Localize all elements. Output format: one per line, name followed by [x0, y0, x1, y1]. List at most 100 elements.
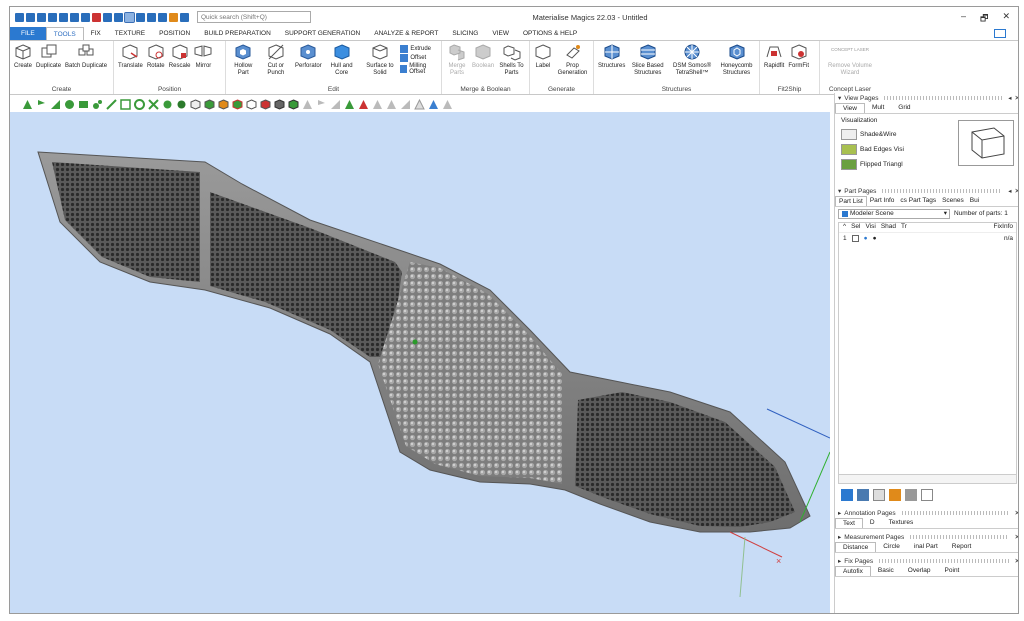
part-folder-icon[interactable]: [889, 489, 901, 501]
table-row[interactable]: 1 ● ● n/a: [839, 233, 1016, 243]
col-visi[interactable]: Visi: [865, 223, 875, 232]
surface-select-icon[interactable]: [50, 99, 61, 110]
measure-icon[interactable]: [169, 12, 178, 22]
zoom-icon[interactable]: [158, 12, 167, 22]
horizontal-scrollbar[interactable]: [839, 474, 1016, 483]
panel-close-icon[interactable]: ✕: [1015, 557, 1018, 565]
tab-autofix[interactable]: Autofix: [835, 566, 871, 576]
tab-position[interactable]: POSITION: [152, 27, 197, 40]
scene-select[interactable]: Modeler Scene ▾: [838, 208, 950, 219]
mark-triangles-icon[interactable]: [414, 98, 425, 110]
tab-point[interactable]: Point: [938, 566, 967, 576]
new-file-icon[interactable]: [26, 12, 35, 22]
save-icon[interactable]: [48, 12, 57, 22]
triangle-select-icon[interactable]: [22, 99, 33, 110]
fix-pages-header[interactable]: ▸Fix Pages✕: [835, 556, 1018, 566]
part-grid-icon[interactable]: [873, 489, 885, 501]
tab-report[interactable]: Report: [945, 542, 979, 552]
part-dark-icon[interactable]: [274, 98, 285, 110]
tab-overlap[interactable]: Overlap: [901, 566, 938, 576]
tab-fix[interactable]: FIX: [84, 27, 108, 40]
view-pages-header[interactable]: ▾View Pages◂✕: [835, 93, 1018, 103]
panel-close-icon[interactable]: ✕: [1015, 509, 1018, 517]
collapse-icon[interactable]: ▾: [838, 187, 841, 195]
tab-view-page[interactable]: View: [835, 103, 865, 113]
expand-icon[interactable]: ▸: [838, 509, 841, 517]
sphere-select-icon[interactable]: [64, 99, 75, 110]
shrink-select-icon[interactable]: [176, 99, 187, 110]
measurement-pages-header[interactable]: ▸Measurement Pages✕: [835, 532, 1018, 542]
panel-close-icon[interactable]: ✕: [1015, 533, 1018, 541]
maximize-button[interactable]: 🗗: [980, 11, 988, 27]
col-fixinfo[interactable]: FixInfo: [993, 223, 1016, 232]
flag-icon[interactable]: [36, 99, 47, 110]
tab-text[interactable]: Text: [835, 518, 863, 528]
part-select-icon[interactable]: [190, 98, 201, 110]
pin-icon[interactable]: ◂: [1008, 94, 1011, 102]
save-all-icon[interactable]: [70, 12, 79, 22]
tab-scenes[interactable]: Scenes: [939, 196, 967, 206]
part-red-icon[interactable]: [260, 98, 271, 110]
tab-grid[interactable]: Grid: [891, 103, 917, 113]
tab-part-list[interactable]: Part List: [835, 196, 867, 206]
grow-selection-icon[interactable]: [386, 99, 397, 110]
offset-button[interactable]: Offset: [400, 54, 439, 62]
expand-icon[interactable]: ▸: [838, 533, 841, 541]
select-checkbox[interactable]: [851, 234, 859, 242]
pin-icon[interactable]: ◂: [1008, 187, 1011, 195]
deselect-triangle-icon[interactable]: [302, 99, 313, 110]
tab-tools[interactable]: TOOLS: [45, 27, 84, 40]
redo-icon[interactable]: [114, 12, 123, 22]
app-logo-icon[interactable]: [15, 12, 24, 22]
tab-support-generation[interactable]: SUPPORT GENERATION: [278, 27, 368, 40]
tab-textures[interactable]: Textures: [882, 518, 921, 528]
tab-slicing[interactable]: SLICING: [445, 27, 485, 40]
eye-icon[interactable]: ●: [864, 235, 868, 242]
tab-d[interactable]: D: [863, 518, 882, 528]
open-file-icon[interactable]: [37, 12, 46, 22]
col-shad[interactable]: Shad: [881, 223, 896, 232]
part-outline-icon[interactable]: [246, 98, 257, 110]
part-mixed-icon[interactable]: [232, 98, 243, 110]
expand-icon[interactable]: ▸: [838, 557, 841, 565]
close-project-icon[interactable]: [92, 12, 101, 22]
unmark-triangles-icon[interactable]: [428, 99, 439, 110]
shell-select-icon[interactable]: [134, 98, 145, 110]
deselect-flag-icon[interactable]: [316, 99, 327, 110]
part-tree-icon[interactable]: [857, 489, 869, 501]
save-project-icon[interactable]: [81, 12, 90, 22]
lasso-icon[interactable]: [106, 98, 117, 110]
tab-part-tags[interactable]: cs Part Tags: [897, 196, 939, 206]
box-select-icon[interactable]: [120, 98, 131, 110]
part-green2-icon[interactable]: [288, 98, 299, 110]
mark-all-icon[interactable]: [442, 99, 453, 110]
shading-icon[interactable]: ●: [873, 235, 877, 242]
tab-final-part[interactable]: inal Part: [907, 542, 945, 552]
milling-offset-button[interactable]: Milling Offset: [400, 63, 439, 75]
deselect-plane-icon[interactable]: [344, 99, 355, 110]
undo-icon[interactable]: [103, 12, 112, 22]
invert-selection-icon[interactable]: [372, 99, 383, 110]
panel-close-icon[interactable]: ✕: [1015, 94, 1018, 102]
tab-view[interactable]: VIEW: [485, 27, 516, 40]
tab-part-info[interactable]: Part Info: [867, 196, 898, 206]
tab-distance[interactable]: Distance: [835, 542, 877, 552]
close-button[interactable]: ✕: [1002, 11, 1010, 27]
rotate-view-icon[interactable]: [136, 12, 145, 22]
col-tr[interactable]: Tr: [901, 223, 907, 232]
part-gray-icon[interactable]: [905, 489, 917, 501]
tab-circle[interactable]: Circle: [876, 542, 907, 552]
connected-select-icon[interactable]: [92, 99, 103, 110]
tab-build-preparation[interactable]: BUILD PREPARATION: [197, 27, 278, 40]
delete-selection-icon[interactable]: [358, 99, 369, 110]
tab-bui[interactable]: Bui: [967, 196, 982, 206]
part-orange-icon[interactable]: [218, 98, 229, 110]
extend-select-icon[interactable]: [162, 99, 173, 110]
collapse-icon[interactable]: ▾: [838, 94, 841, 102]
smooth-selection-icon[interactable]: [400, 99, 411, 110]
part-green-icon[interactable]: [204, 98, 215, 110]
annotation-pages-header[interactable]: ▸Annotation Pages✕: [835, 508, 1018, 518]
network-select-icon[interactable]: [148, 98, 159, 110]
tab-texture[interactable]: TEXTURE: [108, 27, 152, 40]
select-mode-icon[interactable]: [124, 11, 135, 23]
